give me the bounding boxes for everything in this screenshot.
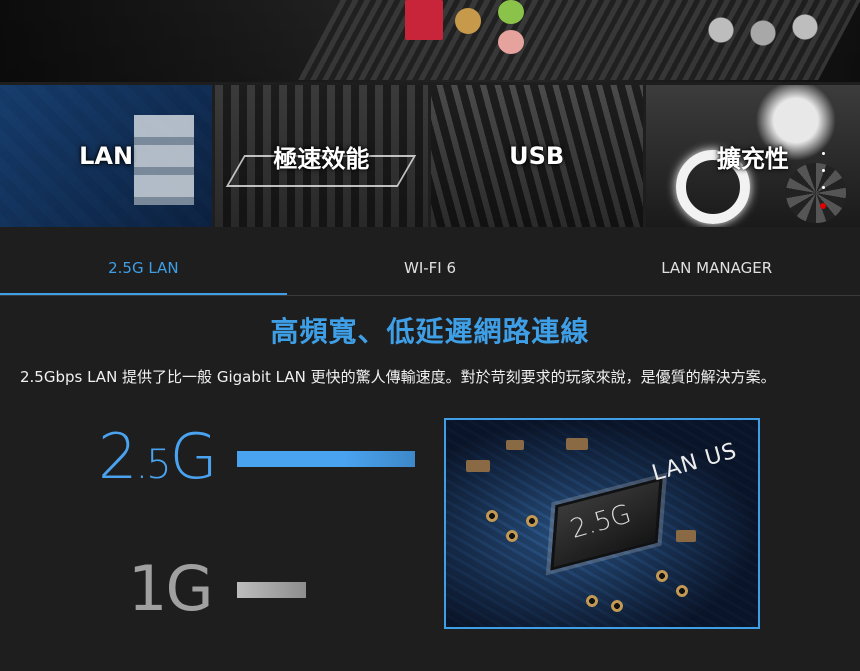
speed-label-1g: 1G	[128, 552, 213, 625]
component	[566, 438, 588, 450]
feature-tile-usb[interactable]: USB	[430, 85, 643, 227]
speed-bar-1g	[237, 582, 306, 598]
speed-decimal: 5	[146, 442, 171, 488]
via	[506, 530, 518, 542]
tabs-divider	[0, 295, 860, 296]
carousel-dot[interactable]	[821, 186, 825, 189]
via	[676, 585, 688, 597]
carousel-dot[interactable]	[821, 152, 825, 155]
audio-jack-pink	[498, 30, 524, 54]
capacitors	[700, 6, 840, 66]
board-silkscreen-label: LAN US	[649, 438, 741, 487]
component	[506, 440, 524, 450]
tab-wifi-6[interactable]: WI-FI 6	[287, 240, 574, 296]
tab-lan-manager[interactable]: LAN MANAGER	[573, 240, 860, 296]
speed-dot: .	[135, 442, 148, 488]
hero-banner	[0, 0, 860, 82]
fan-image	[786, 163, 846, 223]
via	[611, 600, 623, 612]
audio-jack-green	[498, 0, 524, 24]
feature-tile-lan[interactable]: LAN	[0, 85, 213, 227]
antenna-connector	[455, 8, 481, 34]
feature-tile-label: 擴充性	[716, 144, 789, 173]
via	[526, 515, 538, 527]
lan-chip-image: 2.5G LAN US	[444, 418, 760, 629]
carousel-dot[interactable]	[821, 169, 825, 172]
feature-tiles: LAN 極速效能 USB 擴充性	[0, 85, 860, 227]
section-headline: 高頻寬、低延遲網路連線	[270, 315, 590, 348]
speed-bar-2-5g	[237, 451, 415, 467]
section-description: 2.5Gbps LAN 提供了比一般 Gigabit LAN 更快的驚人傳輸速度…	[20, 368, 776, 386]
feature-tile-label: LAN	[79, 142, 134, 170]
feature-tile-label: 極速效能	[273, 144, 370, 173]
component	[466, 460, 490, 472]
via	[486, 510, 498, 522]
tab-2-5g-lan[interactable]: 2.5G LAN	[0, 240, 287, 296]
speed-digit: 2	[98, 420, 137, 493]
carousel-dots	[820, 152, 826, 223]
speed-unit: G	[169, 420, 218, 493]
feature-tile-expansion[interactable]: 擴充性	[645, 85, 860, 227]
feature-tile-performance[interactable]: 極速效能	[215, 85, 428, 227]
component	[676, 530, 696, 542]
feature-tile-label: USB	[509, 142, 565, 170]
via	[586, 595, 598, 607]
speed-label-2-5g: 2.5G	[98, 420, 218, 493]
carousel-dot-active[interactable]	[820, 203, 826, 209]
rj45-port	[405, 0, 443, 40]
feature-tabs: 2.5G LAN WI-FI 6 LAN MANAGER	[0, 240, 860, 296]
via	[656, 570, 668, 582]
